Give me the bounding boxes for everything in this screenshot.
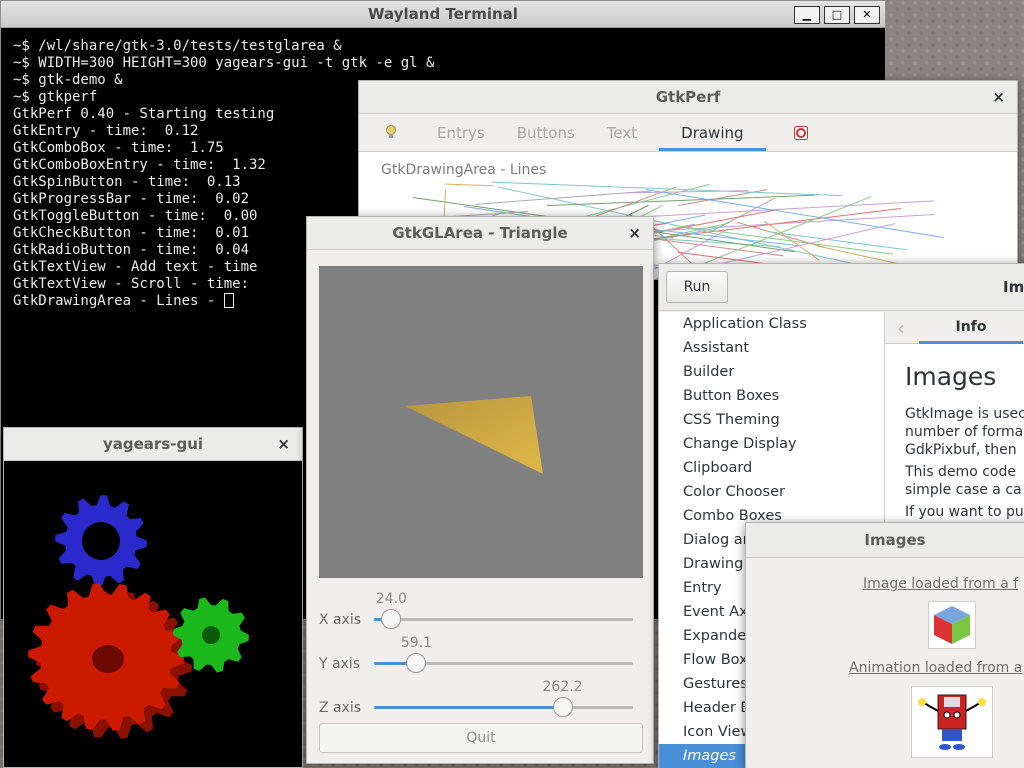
close-icon[interactable]: × bbox=[992, 90, 1005, 105]
y-axis-slider[interactable]: Y axis 59.1 bbox=[319, 635, 643, 685]
images-window[interactable]: Images Image loaded from a f Animation l… bbox=[745, 522, 1024, 768]
yagears-title: yagears-gui bbox=[102, 435, 204, 453]
gtk-demo-headerbar[interactable]: Run Im bbox=[659, 264, 1024, 311]
tab-drawing[interactable]: Drawing bbox=[659, 114, 766, 151]
yagears-window[interactable]: yagears-gui × bbox=[3, 427, 303, 768]
info-heading: Images bbox=[905, 362, 997, 391]
terminal-titlebar[interactable]: Wayland Terminal ▁ □ ✕ bbox=[1, 1, 885, 28]
drawn-line bbox=[444, 183, 494, 187]
terminal-line: ~$ WIDTH=300 HEIGHT=300 yagears-gui -t g… bbox=[13, 55, 435, 71]
chevron-left-icon[interactable]: ‹ bbox=[897, 316, 905, 340]
glarea-window[interactable]: GtkGLArea - Triangle × X axis 24.0 Y axi… bbox=[306, 216, 654, 764]
lifebuoy-icon[interactable] bbox=[766, 114, 818, 151]
images-titlebar[interactable]: Images bbox=[746, 523, 1024, 558]
glarea-titlebar[interactable]: GtkGLArea - Triangle × bbox=[307, 217, 653, 250]
lightbulb-icon[interactable] bbox=[359, 114, 427, 151]
x-axis-slider[interactable]: X axis 24.0 bbox=[319, 591, 643, 641]
y-axis-label: Y axis bbox=[319, 656, 361, 672]
demo-list-item[interactable]: Change Display bbox=[659, 432, 884, 456]
demo-list-item[interactable]: Builder bbox=[659, 360, 884, 384]
x-axis-track[interactable] bbox=[374, 609, 633, 629]
gtkperf-tabs: Entrys Buttons Text Drawing bbox=[359, 114, 1017, 152]
tab-info[interactable]: Info bbox=[919, 312, 1023, 344]
x-axis-knob[interactable] bbox=[381, 609, 402, 629]
terminal-title: Wayland Terminal bbox=[368, 5, 518, 23]
x-axis-label: X axis bbox=[319, 612, 362, 628]
run-button[interactable]: Run bbox=[666, 271, 728, 303]
floppy-buddy-image bbox=[911, 686, 993, 758]
y-axis-track[interactable] bbox=[374, 653, 633, 673]
triangle bbox=[405, 396, 543, 474]
tab-buttons[interactable]: Buttons bbox=[495, 114, 585, 151]
x-axis-value: 24.0 bbox=[375, 591, 407, 607]
info-line: This demo code bbox=[905, 464, 1016, 480]
terminal-line: ~$ /wl/share/gtk-3.0/tests/testglarea & bbox=[13, 38, 342, 54]
info-line: simple case a ca bbox=[905, 482, 1022, 498]
info-line: GtkImage is usec bbox=[905, 406, 1024, 422]
close-icon[interactable]: × bbox=[628, 226, 641, 241]
gtk-logo-icon bbox=[934, 606, 970, 644]
images-title: Images bbox=[864, 531, 926, 549]
glarea-title: GtkGLArea - Triangle bbox=[392, 224, 568, 242]
terminal-cursor bbox=[223, 293, 234, 308]
close-icon[interactable]: × bbox=[277, 437, 290, 452]
info-line: number of forma bbox=[905, 424, 1024, 440]
drawn-line bbox=[645, 189, 944, 238]
gtkperf-titlebar[interactable]: GtkPerf × bbox=[359, 81, 1017, 114]
drawn-line bbox=[491, 181, 842, 197]
gears-canvas bbox=[28, 495, 249, 739]
gtkperf-title: GtkPerf bbox=[655, 88, 721, 106]
gtk-demo-title: Im bbox=[1003, 278, 1024, 296]
z-axis-track[interactable] bbox=[374, 697, 633, 717]
drawn-line bbox=[546, 194, 816, 207]
info-line: If you want to pu bbox=[905, 504, 1024, 520]
demo-list-item[interactable]: Button Boxes bbox=[659, 384, 884, 408]
floppy-buddy-icon bbox=[918, 694, 986, 750]
z-axis-knob[interactable] bbox=[552, 697, 573, 717]
gtk-logo-image bbox=[928, 601, 976, 649]
demo-list-item[interactable]: CSS Theming bbox=[659, 408, 884, 432]
yagears-titlebar[interactable]: yagears-gui × bbox=[4, 428, 302, 461]
info-line: GdkPixbuf, then bbox=[905, 442, 1017, 458]
blue-gear bbox=[55, 495, 147, 587]
demo-list-item[interactable]: Clipboard bbox=[659, 456, 884, 480]
gl-canvas bbox=[319, 266, 643, 578]
z-axis-label: Z axis bbox=[319, 700, 362, 716]
tab-entrys[interactable]: Entrys bbox=[427, 114, 495, 151]
maximize-button[interactable]: □ bbox=[824, 6, 850, 24]
info-tabs: ‹ Info bbox=[885, 312, 1024, 344]
red-gear bbox=[28, 583, 192, 739]
z-axis-value: 262.2 bbox=[542, 679, 583, 695]
demo-list-item[interactable]: Application Class bbox=[659, 312, 884, 336]
animation-loaded-link[interactable]: Animation loaded from a bbox=[849, 660, 1022, 676]
close-button[interactable]: ✕ bbox=[854, 6, 880, 24]
tab-text[interactable]: Text bbox=[585, 114, 647, 151]
green-gear bbox=[173, 597, 249, 673]
y-axis-knob[interactable] bbox=[406, 653, 427, 673]
demo-list-item[interactable]: Assistant bbox=[659, 336, 884, 360]
y-axis-value: 59.1 bbox=[400, 635, 433, 651]
image-loaded-link[interactable]: Image loaded from a f bbox=[863, 576, 1018, 592]
minimize-button[interactable]: ▁ bbox=[794, 6, 820, 24]
quit-button[interactable]: Quit bbox=[319, 723, 643, 753]
demo-list-item[interactable]: Color Chooser bbox=[659, 480, 884, 504]
z-axis-fill bbox=[374, 706, 563, 709]
